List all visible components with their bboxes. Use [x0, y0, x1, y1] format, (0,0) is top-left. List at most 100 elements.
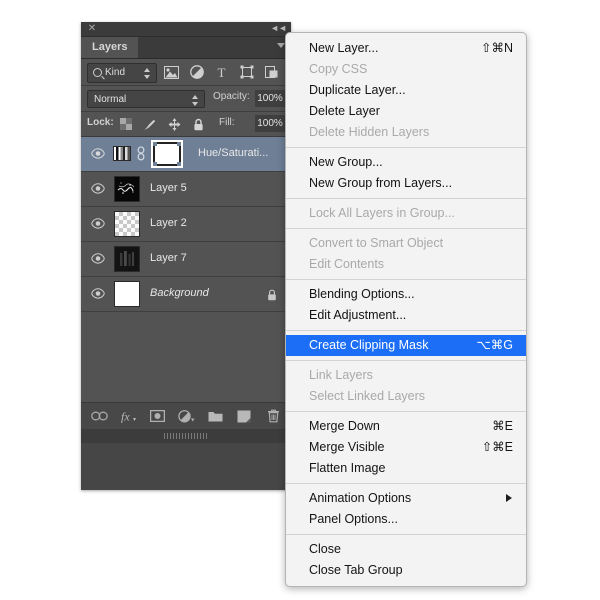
tab-layers[interactable]: Layers	[81, 37, 138, 58]
submenu-arrow-icon	[506, 494, 512, 502]
layers-panel-context-menu: New Layer...⇧⌘NCopy CSSDuplicate Layer..…	[285, 32, 527, 587]
menu-item[interactable]: Create Clipping Mask⌥⌘G	[286, 335, 526, 356]
lock-image-icon[interactable]	[143, 117, 157, 131]
menu-item: Select Linked Layers	[286, 386, 526, 407]
table-row[interactable]: Layer 2	[81, 207, 291, 242]
layer-style-fx-icon[interactable]: fx	[120, 408, 137, 425]
filter-smartobject-icon[interactable]	[263, 64, 280, 81]
menu-item: Convert to Smart Object	[286, 233, 526, 254]
fill-label: Fill:	[219, 117, 235, 128]
menu-separator	[286, 198, 526, 199]
filter-type-icon[interactable]: T	[213, 64, 230, 81]
menu-item-label: Flatten Image	[309, 461, 385, 475]
menu-item[interactable]: Edit Adjustment...	[286, 305, 526, 326]
menu-item-label: New Group...	[309, 155, 383, 169]
menu-item[interactable]: Delete Layer	[286, 101, 526, 122]
menu-item[interactable]: Blending Options...	[286, 284, 526, 305]
menu-separator	[286, 147, 526, 148]
new-layer-icon[interactable]	[236, 408, 253, 425]
layer-name: Layer 5	[150, 182, 187, 194]
lock-transparency-icon[interactable]	[119, 117, 133, 131]
visibility-toggle-icon[interactable]	[91, 183, 105, 194]
menu-item[interactable]: New Layer...⇧⌘N	[286, 38, 526, 59]
menu-item[interactable]: Close Tab Group	[286, 560, 526, 581]
menu-item-label: Close Tab Group	[309, 563, 403, 577]
menu-item-label: Convert to Smart Object	[309, 236, 443, 250]
visibility-toggle-icon[interactable]	[91, 218, 105, 229]
layer-thumbnail[interactable]	[114, 281, 140, 307]
layer-list: Hue/Saturati... Layer 5	[81, 137, 291, 443]
layer-thumbnail[interactable]	[114, 176, 140, 202]
new-adjustment-layer-icon[interactable]	[178, 408, 195, 425]
menu-item[interactable]: Merge Down⌘E	[286, 416, 526, 437]
menu-separator	[286, 279, 526, 280]
menu-item[interactable]: Flatten Image	[286, 458, 526, 479]
blend-mode-value: Normal	[94, 94, 126, 105]
panel-resize-grip[interactable]	[81, 429, 291, 443]
stepper-icon[interactable]	[144, 68, 151, 79]
table-row[interactable]: Layer 5	[81, 172, 291, 207]
panel-body: Kind T	[81, 59, 291, 443]
menu-item[interactable]: Close	[286, 539, 526, 560]
layer-thumbnail[interactable]	[114, 246, 140, 272]
menu-separator	[286, 411, 526, 412]
layer-locked-icon	[267, 288, 277, 300]
link-thumbnails-icon[interactable]	[136, 146, 146, 161]
filter-adjustment-icon[interactable]	[188, 64, 205, 81]
menu-item-shortcut: ⇧⌘E	[482, 437, 513, 458]
menu-separator	[286, 483, 526, 484]
grip-marks-icon	[164, 433, 208, 439]
close-icon[interactable]: ✕	[87, 23, 97, 34]
layer-thumbnail[interactable]	[114, 211, 140, 237]
filter-kind-select[interactable]: Kind	[87, 63, 157, 83]
menu-separator	[286, 330, 526, 331]
adjustment-thumbnail[interactable]	[113, 146, 131, 161]
opacity-label: Opacity:	[213, 91, 250, 102]
blend-mode-select[interactable]: Normal	[87, 90, 205, 108]
filter-shape-icon[interactable]	[238, 64, 255, 81]
menu-item-label: Delete Hidden Layers	[309, 125, 429, 139]
layer-name: Hue/Saturati...	[198, 147, 268, 159]
delete-layer-icon[interactable]	[265, 408, 282, 425]
panel-titlebar: ✕ ◄◄	[81, 22, 291, 37]
table-row[interactable]: Layer 7	[81, 242, 291, 277]
menu-item-label: Delete Layer	[309, 104, 380, 118]
link-layers-icon[interactable]	[91, 408, 108, 425]
panel-menu-icon[interactable]	[277, 43, 285, 48]
collapse-arrows-icon[interactable]: ◄◄	[270, 23, 286, 34]
menu-item[interactable]: Duplicate Layer...	[286, 80, 526, 101]
visibility-toggle-icon[interactable]	[91, 148, 105, 159]
menu-item: Copy CSS	[286, 59, 526, 80]
menu-item-label: Merge Down	[309, 419, 380, 433]
menu-item-label: Edit Adjustment...	[309, 308, 406, 322]
add-layer-mask-icon[interactable]	[149, 408, 166, 425]
layer-name: Layer 7	[150, 252, 187, 264]
menu-item[interactable]: Panel Options...	[286, 509, 526, 530]
menu-item-label: Link Layers	[309, 368, 373, 382]
menu-item[interactable]: New Group from Layers...	[286, 173, 526, 194]
menu-item[interactable]: New Group...	[286, 152, 526, 173]
visibility-toggle-icon[interactable]	[91, 288, 105, 299]
layer-name: Background	[150, 287, 209, 299]
menu-item-label: New Group from Layers...	[309, 176, 452, 190]
visibility-toggle-icon[interactable]	[91, 253, 105, 264]
menu-item[interactable]: Animation Options	[286, 488, 526, 509]
menu-item-label: Close	[309, 542, 341, 556]
menu-separator	[286, 360, 526, 361]
fill-input[interactable]: 100%	[255, 115, 285, 132]
filter-pixel-icon[interactable]	[163, 64, 180, 81]
menu-item-label: Lock All Layers in Group...	[309, 206, 455, 220]
lock-label: Lock:	[87, 117, 114, 128]
menu-item: Edit Contents	[286, 254, 526, 275]
lock-all-icon[interactable]	[191, 117, 205, 131]
lock-position-icon[interactable]	[167, 117, 181, 131]
opacity-input[interactable]: 100%	[255, 90, 285, 107]
blend-stepper-icon[interactable]	[192, 95, 199, 106]
table-row[interactable]: Hue/Saturati...	[81, 137, 291, 172]
layer-name: Layer 2	[150, 217, 187, 229]
table-row[interactable]: Background	[81, 277, 291, 312]
svg-text:T: T	[218, 65, 226, 79]
layer-mask-thumbnail[interactable]	[153, 142, 181, 166]
new-group-icon[interactable]	[207, 408, 224, 425]
menu-item[interactable]: Merge Visible⇧⌘E	[286, 437, 526, 458]
